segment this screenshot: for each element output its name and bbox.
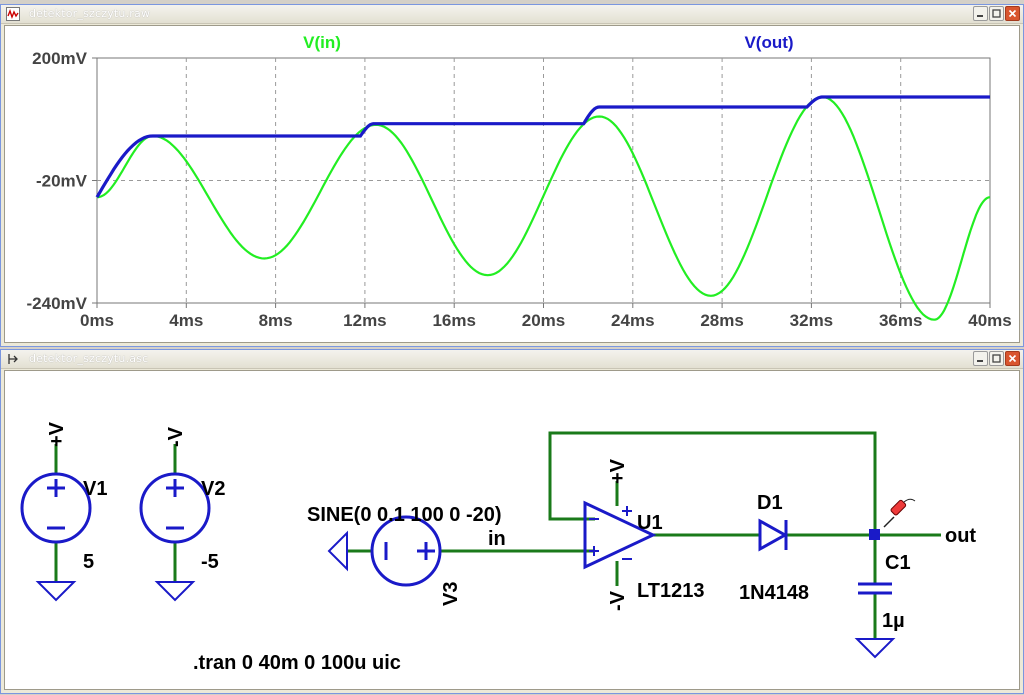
schematic-canvas[interactable]: +V V1 5 -V V2 -5 SINE(0 0.1 100 0 -20) V… <box>4 370 1020 690</box>
c1-value-label[interactable]: 1µ <box>882 610 905 632</box>
v2-value-label[interactable]: -5 <box>201 551 219 573</box>
trace-label-vin[interactable]: V(in) <box>303 33 341 52</box>
ground-symbol <box>154 581 196 602</box>
x-tick-label: 12ms <box>343 311 386 330</box>
voltage-source-v1[interactable] <box>20 472 92 544</box>
capacitor-c1[interactable] <box>858 582 892 595</box>
u1-neg-supply-label[interactable]: -V <box>607 590 629 611</box>
plot-window-titlebar[interactable]: detektor_szczytu.raw <box>1 5 1023 24</box>
close-button[interactable] <box>1005 351 1020 366</box>
v1-name-label[interactable]: V1 <box>83 478 107 500</box>
net-label-out[interactable]: out <box>945 525 976 547</box>
ground-symbol <box>327 530 348 572</box>
voltage-source-v2[interactable] <box>139 472 211 544</box>
net-label-in[interactable]: in <box>488 528 506 550</box>
close-icon <box>1008 9 1017 18</box>
trace-label-vout[interactable]: V(out) <box>744 33 793 52</box>
sim-command-label[interactable]: .tran 0 40m 0 100u uic <box>193 652 401 674</box>
x-tick-label: 36ms <box>879 311 922 330</box>
ground-symbol <box>854 638 896 659</box>
x-tick-label: 28ms <box>700 311 743 330</box>
minimize-icon <box>977 360 983 362</box>
v1-value-label[interactable]: 5 <box>83 551 94 573</box>
v1-node-label[interactable]: +V <box>46 421 68 447</box>
y-tick-label: 200mV <box>32 49 87 68</box>
schematic[interactable]: +V V1 5 -V V2 -5 SINE(0 0.1 100 0 -20) V… <box>5 371 1019 689</box>
v2-name-label[interactable]: V2 <box>201 478 225 500</box>
minimize-button[interactable] <box>973 351 988 366</box>
waveform-app-icon <box>6 7 20 21</box>
x-tick-label: 20ms <box>522 311 565 330</box>
schematic-window[interactable]: detektor_szczytu.asc +V V1 5 -V V2 -5 SI… <box>0 349 1024 694</box>
x-tick-label: 8ms <box>259 311 293 330</box>
x-tick-label: 40ms <box>968 311 1011 330</box>
voltage-source-v3[interactable] <box>370 515 442 587</box>
d1-name-label[interactable]: D1 <box>757 492 783 514</box>
minimize-icon <box>977 15 983 17</box>
u1-model-label[interactable]: LT1213 <box>637 580 704 602</box>
schematic-window-title: detektor_szczytu.asc <box>29 352 149 365</box>
plot-window-title: detektor_szczytu.raw <box>29 7 151 20</box>
schematic-window-titlebar[interactable]: detektor_szczytu.asc <box>1 350 1023 369</box>
x-tick-label: 16ms <box>432 311 475 330</box>
v3-spec-label[interactable]: SINE(0 0.1 100 0 -20) <box>307 504 502 526</box>
x-tick-label: 0ms <box>80 311 114 330</box>
u1-pos-supply-label[interactable]: +V <box>607 458 629 484</box>
x-tick-label: 32ms <box>790 311 833 330</box>
v3-name-label[interactable]: V3 <box>440 582 462 606</box>
x-tick-label: 24ms <box>611 311 654 330</box>
u1-name-label[interactable]: U1 <box>637 512 663 534</box>
maximize-icon <box>992 9 1001 18</box>
d1-model-label[interactable]: 1N4148 <box>739 582 809 604</box>
maximize-button[interactable] <box>989 6 1004 21</box>
x-tick-label: 4ms <box>169 311 203 330</box>
plot-area[interactable]: 0ms 4ms 8ms 12ms 16ms 20ms 24ms 28ms 32ms 36ms 40m… <box>4 25 1020 343</box>
waveform-plot[interactable]: 0ms 4ms 8ms 12ms 16ms 20ms 24ms 28ms 32ms 36ms 40m… <box>5 26 1019 342</box>
maximize-icon <box>992 354 1001 363</box>
close-icon <box>1008 354 1017 363</box>
ground-symbol <box>35 581 77 602</box>
v2-node-label[interactable]: -V <box>165 426 187 447</box>
minimize-button[interactable] <box>973 6 988 21</box>
y-tick-label: -240mV <box>27 294 88 313</box>
plot-window[interactable]: detektor_szczytu.raw 0ms 4ms 8ms 12ms 16ms 20… <box>0 4 1024 347</box>
wire-feedback[interactable] <box>548 431 877 536</box>
y-tick-label: -20mV <box>36 172 88 191</box>
junction-out[interactable] <box>869 529 880 540</box>
schematic-app-icon <box>8 354 18 364</box>
probe-icon <box>883 498 916 528</box>
close-button[interactable] <box>1005 6 1020 21</box>
c1-name-label[interactable]: C1 <box>885 552 911 574</box>
diode-d1[interactable] <box>758 518 789 552</box>
maximize-button[interactable] <box>989 351 1004 366</box>
